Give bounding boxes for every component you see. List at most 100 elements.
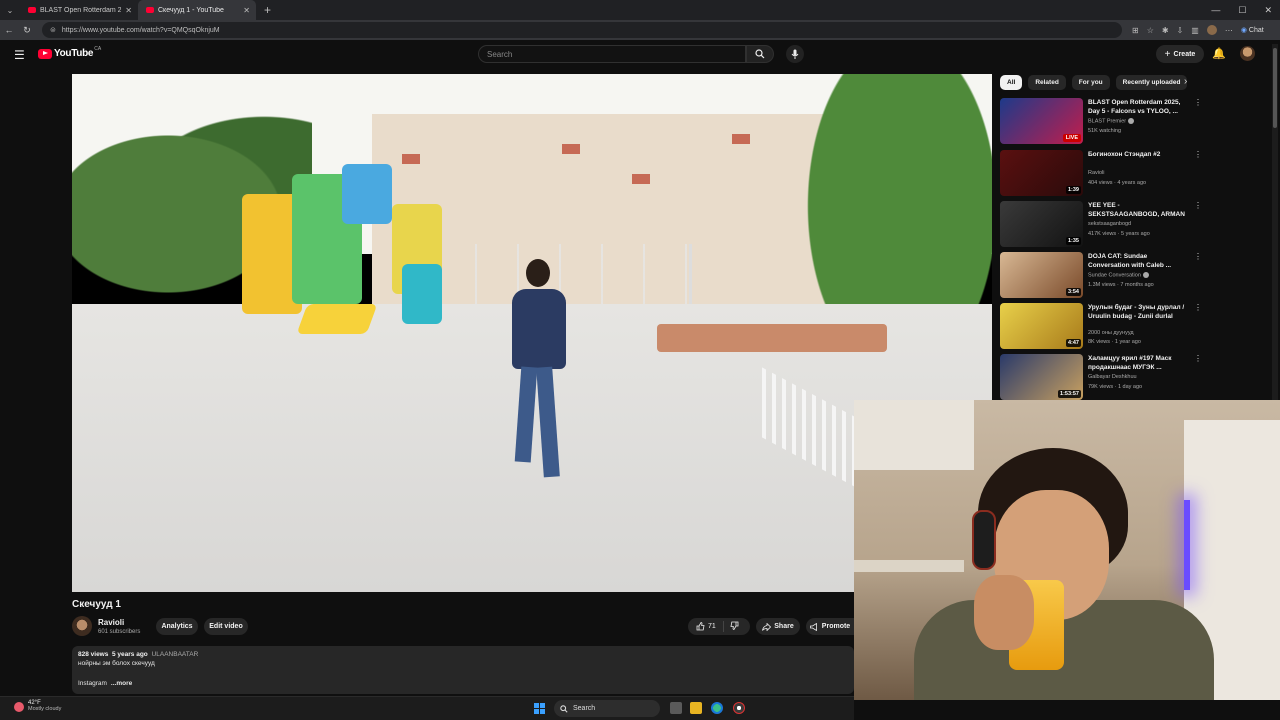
- more-menu-icon[interactable]: ⋯: [1225, 26, 1233, 35]
- new-tab-icon[interactable]: +: [264, 3, 271, 17]
- taskbar-search[interactable]: Search: [554, 700, 660, 717]
- tab-search-icon[interactable]: ⌄: [0, 6, 20, 15]
- live-badge: LIVE: [1062, 134, 1081, 142]
- recommendation-title[interactable]: Халамцуу ярил #197 Маск продакшнаас МУГЭ…: [1088, 354, 1188, 372]
- task-view-icon[interactable]: [670, 702, 682, 714]
- url-field[interactable]: ⊜ https://www.youtube.com/watch?v=QMQsqO…: [42, 22, 1122, 38]
- recommendation-item[interactable]: 1:53:57 Халамцуу ярил #197 Маск продакшна…: [1000, 354, 1202, 401]
- recommendation-title[interactable]: YEE YEE - SEKSTSAAGANBOGD, ARMAN BAKHYTB…: [1088, 201, 1188, 220]
- guide-menu-icon[interactable]: ☰: [14, 48, 25, 62]
- channel-name[interactable]: Ravioli: [98, 618, 124, 627]
- analytics-button[interactable]: Analytics: [156, 618, 198, 635]
- weather-widget[interactable]: 42°F Mostly cloudy: [14, 700, 61, 712]
- recommendation-item[interactable]: 4:47 Урулын будаг - Зуны дурлал / Uruulin…: [1000, 303, 1202, 350]
- chevron-right-icon[interactable]: ›: [1184, 76, 1187, 87]
- browser-tab-strip: ⌄ BLAST Open Rotterdam 2025, Da ✕ Скечуу…: [0, 0, 1280, 20]
- like-button[interactable]: 71: [688, 621, 724, 632]
- browser-tab-current[interactable]: Скечууд 1 - YouTube ✕: [138, 0, 256, 20]
- profile-avatar-icon[interactable]: [1206, 25, 1217, 35]
- search-button[interactable]: [746, 45, 774, 63]
- more-actions-icon[interactable]: ⋮: [1194, 303, 1202, 312]
- bookmark-star-icon[interactable]: ☆: [1147, 26, 1154, 35]
- duration-badge: 4:47: [1065, 339, 1081, 347]
- chip-all[interactable]: All: [1000, 74, 1023, 90]
- file-explorer-icon[interactable]: [690, 702, 702, 714]
- recommendation-item[interactable]: 3:54 DOJA CAT: Sundae Conversation with C…: [1000, 252, 1202, 299]
- extension-icons: ⊞ ☆ ✱ ⇩ ▥ ⋯ ◉ Chat: [1132, 25, 1264, 35]
- youtube-logo[interactable]: YouTube CA: [38, 46, 101, 59]
- chip-related[interactable]: Related: [1028, 74, 1066, 90]
- share-arrow-icon: [762, 622, 772, 631]
- sidebar-icon[interactable]: ▥: [1191, 26, 1199, 35]
- account-avatar[interactable]: [1240, 46, 1255, 61]
- recommendation-channel[interactable]: Galbayar Deshkhuu: [1088, 374, 1137, 380]
- downloads-icon[interactable]: ⇩: [1177, 26, 1184, 35]
- subscriber-count: 601 subscribers: [98, 629, 141, 635]
- back-icon[interactable]: ←: [0, 25, 18, 35]
- more-actions-icon[interactable]: ⋮: [1194, 252, 1202, 261]
- playground-part: [402, 264, 442, 324]
- more-actions-icon[interactable]: ⋮: [1194, 201, 1202, 210]
- recommendation-thumbnail[interactable]: 1:39: [1000, 150, 1083, 196]
- recommendation-title[interactable]: DOJA CAT: Sundae Conversation with Caleb…: [1088, 252, 1188, 270]
- chip-recently-uploaded[interactable]: Recently uploaded: [1115, 74, 1188, 90]
- share-button[interactable]: Share: [756, 618, 800, 635]
- duration-badge: 1:35: [1065, 237, 1081, 245]
- recommendation-thumbnail[interactable]: 1:53:57: [1000, 354, 1083, 400]
- dislike-button[interactable]: [724, 621, 739, 632]
- description-box[interactable]: 828 views 5 years ago ULAANBAATAR нойрны…: [72, 646, 854, 694]
- close-window-icon[interactable]: ✕: [1264, 5, 1272, 16]
- channel-label: Sundae Conversation: [1088, 272, 1141, 279]
- promote-button[interactable]: Promote: [806, 618, 854, 635]
- recommendation-item[interactable]: 1:39 Богинохон Стэндап #2 Ravioli 404 views…: [1000, 150, 1202, 197]
- youtube-favicon-icon: [146, 7, 154, 13]
- promote-label: Promote: [821, 623, 851, 630]
- show-more-link[interactable]: ...more: [111, 680, 132, 687]
- video-frame-playground: [232, 164, 452, 344]
- search-icon: [560, 704, 568, 713]
- more-actions-icon[interactable]: ⋮: [1194, 354, 1202, 363]
- chip-for-you[interactable]: For you: [1071, 74, 1110, 90]
- windows-taskbar: 42°F Mostly cloudy Search: [0, 696, 854, 720]
- recommendation-thumbnail[interactable]: 4:47: [1000, 303, 1083, 349]
- voice-search-button[interactable]: [786, 45, 804, 63]
- obs-studio-icon[interactable]: [733, 702, 745, 714]
- extensions-icon[interactable]: ✱: [1162, 26, 1169, 35]
- page-scrollbar[interactable]: [1272, 44, 1278, 400]
- recommendation-item[interactable]: 1:35 YEE YEE - SEKSTSAAGANBOGD, ARMAN BAK…: [1000, 201, 1202, 248]
- more-actions-icon[interactable]: ⋮: [1194, 98, 1202, 107]
- description-meta: 828 views 5 years ago ULAANBAATAR: [78, 651, 848, 658]
- playground-part: [296, 304, 378, 334]
- reload-icon[interactable]: ↻: [18, 25, 36, 36]
- recommendation-title[interactable]: BLAST Open Rotterdam 2025, Day 5 - Falco…: [1088, 98, 1188, 116]
- recommendation-thumbnail[interactable]: 3:54: [1000, 252, 1083, 298]
- channel-avatar[interactable]: [72, 616, 92, 636]
- verified-check-icon: [1142, 272, 1149, 278]
- create-button[interactable]: + Create: [1156, 45, 1204, 63]
- recommendation-channel[interactable]: Sundae Conversation: [1088, 272, 1149, 278]
- edit-video-button[interactable]: Edit video: [204, 618, 248, 635]
- search-input[interactable]: Search: [478, 45, 746, 63]
- recommendation-title[interactable]: Урулын будаг - Зуны дурлал / Uruulin bud…: [1088, 303, 1188, 321]
- recommendation-thumbnail[interactable]: 1:35: [1000, 201, 1083, 247]
- maximize-icon[interactable]: ☐: [1238, 5, 1246, 16]
- close-tab-icon[interactable]: ✕: [125, 6, 132, 15]
- recommendation-item[interactable]: LIVE BLAST Open Rotterdam 2025, Day 5 - F…: [1000, 98, 1202, 145]
- edge-browser-icon[interactable]: [711, 702, 723, 714]
- install-app-icon[interactable]: ⊞: [1132, 26, 1139, 35]
- scrollbar-thumb[interactable]: [1273, 48, 1277, 128]
- more-actions-icon[interactable]: ⋮: [1194, 150, 1202, 159]
- notifications-bell-icon[interactable]: 🔔: [1212, 47, 1226, 60]
- site-info-icon[interactable]: ⊜: [50, 26, 56, 34]
- browser-tab-blast[interactable]: BLAST Open Rotterdam 2025, Da ✕: [20, 0, 138, 20]
- minimize-icon[interactable]: —: [1211, 5, 1220, 15]
- copilot-chat-button[interactable]: ◉ Chat: [1241, 26, 1264, 34]
- recommendation-channel[interactable]: Ravioli: [1088, 170, 1105, 176]
- recommendation-channel[interactable]: BLAST Premier: [1088, 118, 1135, 124]
- recommendation-thumbnail[interactable]: LIVE: [1000, 98, 1083, 144]
- recommendation-title[interactable]: Богинохон Стэндап #2: [1088, 150, 1188, 159]
- close-tab-icon[interactable]: ✕: [243, 6, 250, 15]
- recommendation-channel[interactable]: sekstsaaganbogd: [1088, 221, 1131, 227]
- windows-start-icon[interactable]: [534, 703, 545, 714]
- location-tag[interactable]: ULAANBAATAR: [152, 651, 199, 658]
